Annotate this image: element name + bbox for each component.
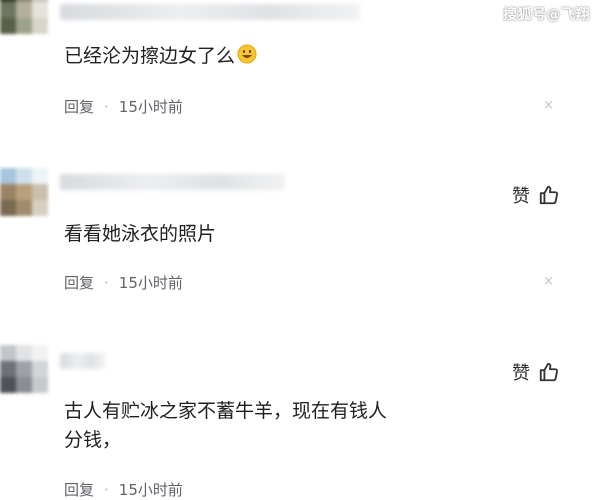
close-icon[interactable]: × (543, 98, 554, 113)
timestamp: 15小时前 (118, 481, 183, 499)
comment-text: 看看她泳衣的照片 (64, 223, 217, 245)
watermark: 搜狐号@飞翔 (503, 7, 590, 23)
separator-dot: · (104, 480, 109, 499)
separator-dot: · (104, 273, 109, 292)
comment-meta: 回复 · 15小时前 (64, 479, 183, 500)
like-button[interactable]: 赞 (512, 182, 560, 208)
comment-meta: 回复 · 15小时前 (64, 96, 183, 117)
comment-meta: 回复 · 15小时前 (64, 272, 183, 293)
grinning-face-emoji-icon (237, 44, 257, 64)
thumbs-up-icon (539, 185, 559, 205)
reply-button[interactable]: 回复 (64, 272, 94, 293)
like-label: 赞 (512, 363, 530, 384)
username-blurred[interactable] (60, 4, 360, 20)
reply-button[interactable]: 回复 (64, 479, 94, 500)
avatar[interactable] (0, 345, 48, 393)
comment-text: 已经沦为擦边女了么 (64, 42, 257, 71)
thumbs-up-icon (539, 362, 559, 382)
timestamp: 15小时前 (118, 98, 183, 116)
like-label: 赞 (512, 186, 530, 207)
reply-button[interactable]: 回复 (64, 96, 94, 117)
timestamp: 15小时前 (118, 274, 183, 292)
separator-dot: · (104, 97, 109, 116)
username-blurred[interactable] (60, 353, 105, 369)
avatar[interactable] (0, 168, 48, 216)
avatar[interactable] (0, 0, 48, 42)
close-icon[interactable]: × (543, 274, 554, 289)
username-blurred[interactable] (60, 174, 285, 190)
comment-text: 古人有贮冰之家不蓄牛羊，现在有钱人 分钱， (64, 400, 388, 451)
like-button[interactable]: 赞 (512, 359, 560, 385)
